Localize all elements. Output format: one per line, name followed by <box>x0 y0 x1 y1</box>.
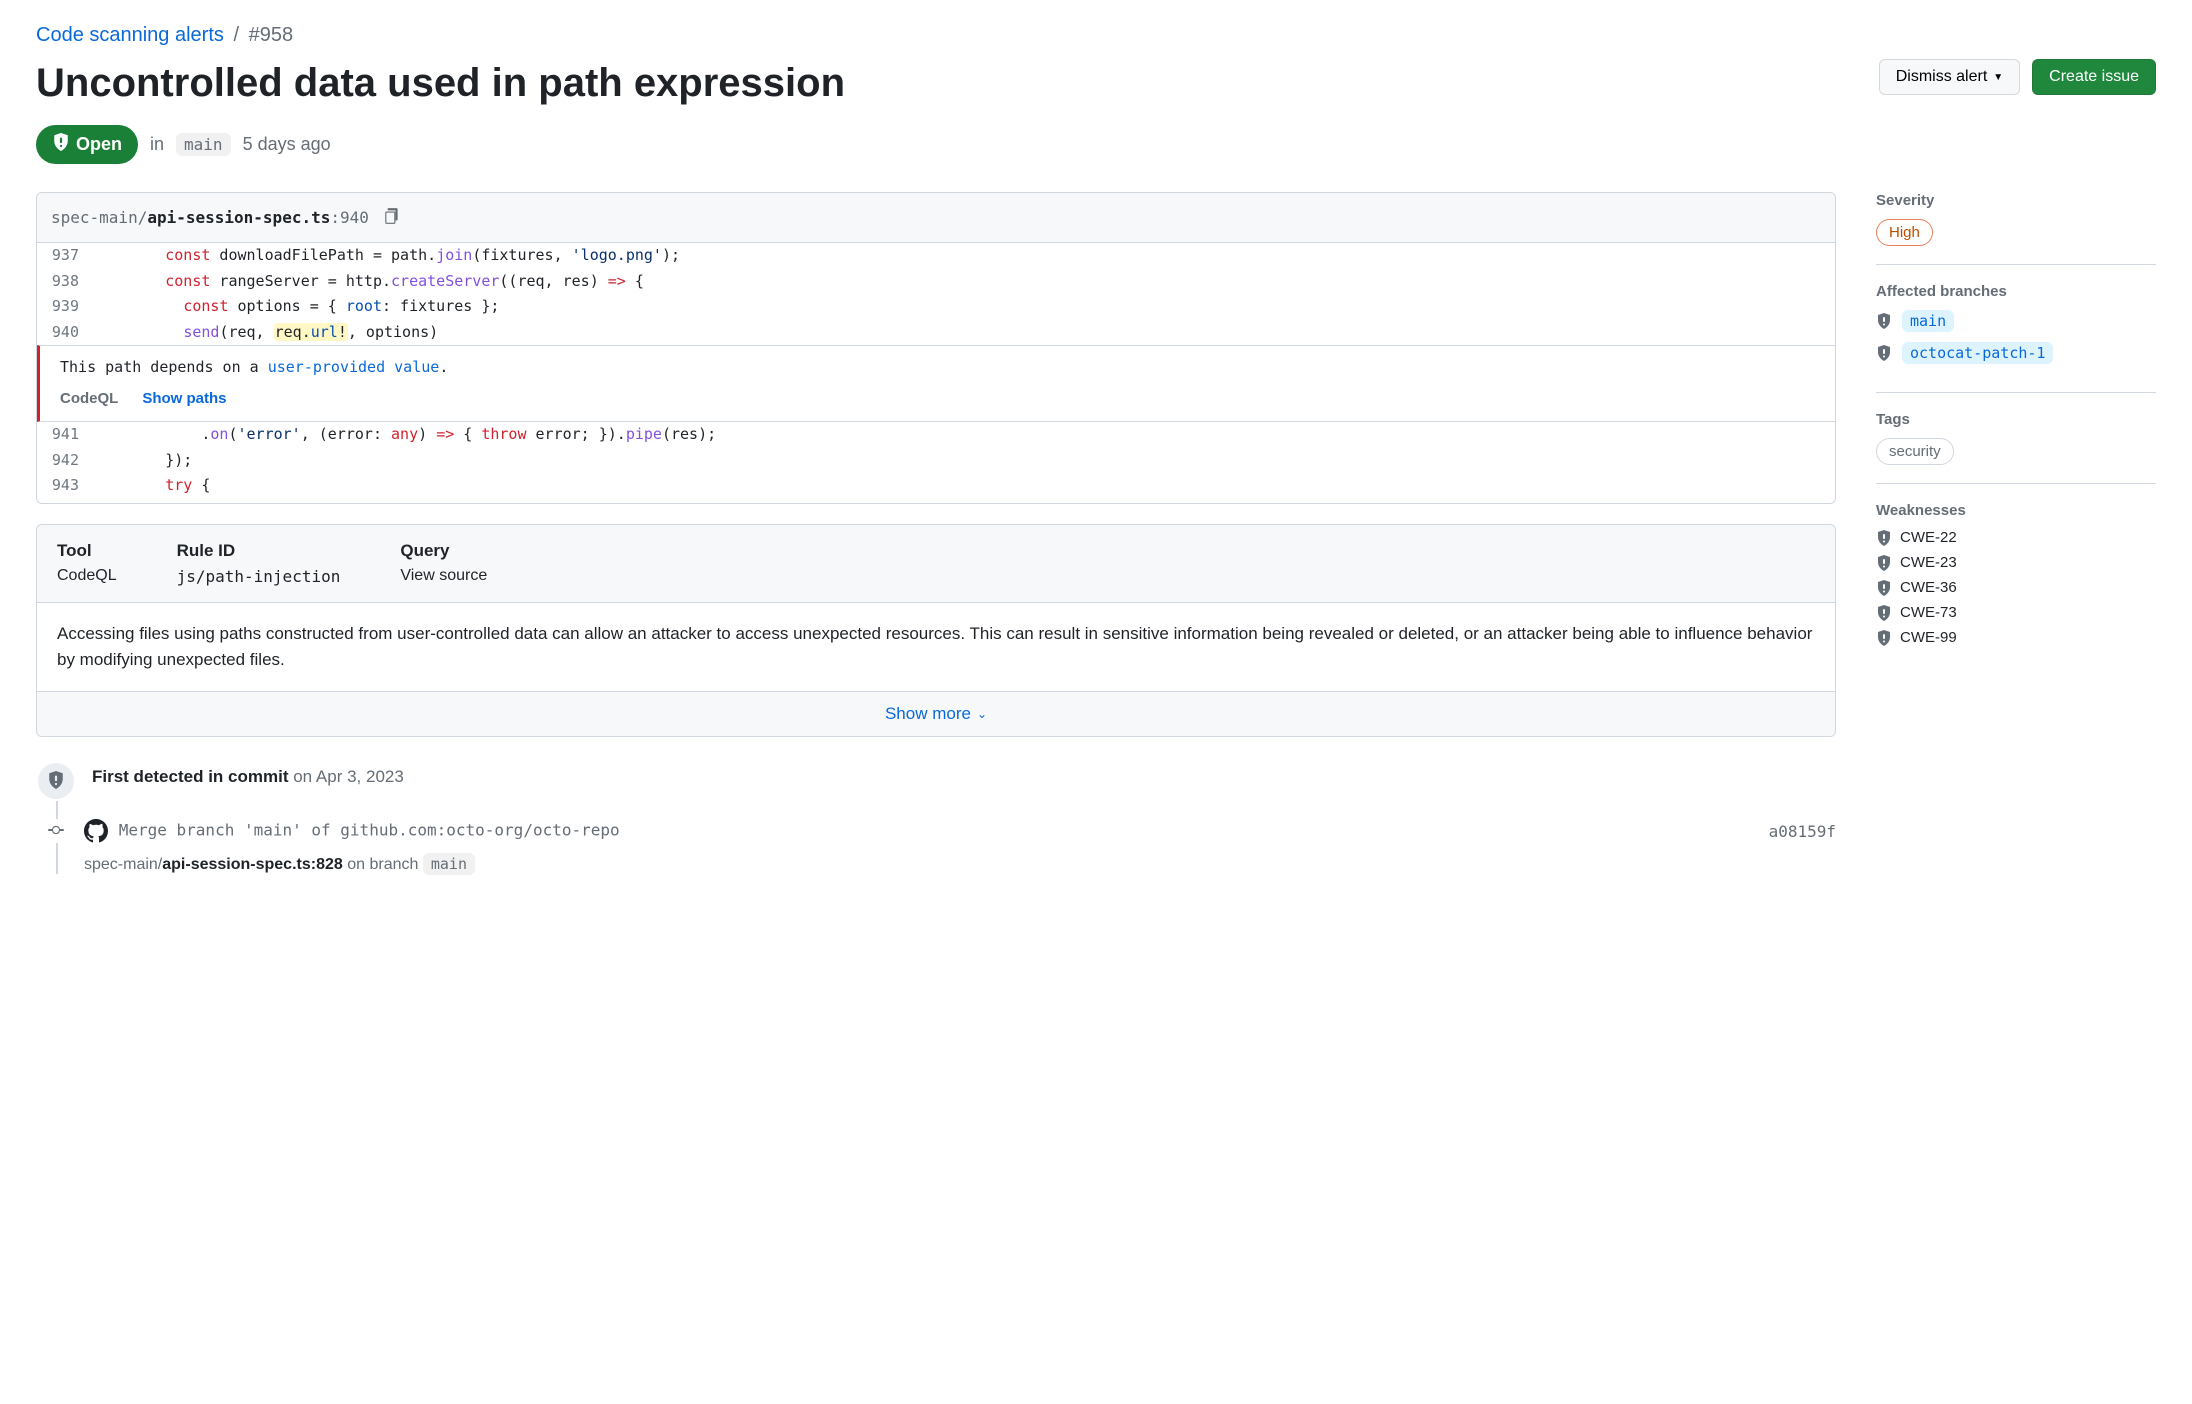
shield-icon <box>1876 345 1892 361</box>
show-more-link[interactable]: Show more ⌄ <box>885 704 987 724</box>
rule-label: Rule ID <box>177 541 341 561</box>
annotation-tool: CodeQL <box>60 390 118 407</box>
first-detected-label: First detected in commit <box>92 767 288 786</box>
breadcrumb: Code scanning alerts / #958 <box>36 24 2156 47</box>
branch-item[interactable]: octocat-patch-1 <box>1876 342 2156 364</box>
commit-file: spec-main/api-session-spec.ts:828 on bra… <box>84 855 1836 874</box>
status-in: in <box>150 134 164 155</box>
code-line: 937 const downloadFilePath = path.join(f… <box>37 243 1835 269</box>
code-line: 939 const options = { root: fixtures }; <box>37 294 1835 320</box>
commit-sha[interactable]: a08159f <box>1769 822 1836 841</box>
state-badge: Open <box>36 125 138 164</box>
copy-icon <box>383 207 401 228</box>
breadcrumb-parent[interactable]: Code scanning alerts <box>36 24 224 46</box>
page-title: Uncontrolled data used in path expressio… <box>36 59 845 107</box>
annotation-message: This path depends on a user-provided val… <box>60 358 1815 376</box>
shield-icon <box>1876 580 1892 596</box>
breadcrumb-number: #958 <box>249 24 294 46</box>
weakness-item[interactable]: CWE-73 <box>1876 604 2156 621</box>
weakness-item[interactable]: CWE-23 <box>1876 554 2156 571</box>
shield-icon <box>1876 605 1892 621</box>
shield-icon <box>52 133 70 156</box>
dismiss-alert-button[interactable]: Dismiss alert ▼ <box>1879 59 2020 95</box>
annotation-link[interactable]: user-provided value <box>268 358 440 376</box>
code-line: 941 .on('error', (error: any) => { throw… <box>37 422 1835 448</box>
weakness-item[interactable]: CWE-99 <box>1876 629 2156 646</box>
shield-icon <box>1876 555 1892 571</box>
code-line: 943 try { <box>37 473 1835 503</box>
show-paths-link[interactable]: Show paths <box>142 390 226 407</box>
shield-icon <box>1876 313 1892 329</box>
query-link[interactable]: View source <box>400 567 487 584</box>
info-description: Accessing files using paths constructed … <box>37 603 1835 693</box>
rule-value: js/path-injection <box>177 567 341 586</box>
code-path[interactable]: spec-main/api-session-spec.ts:940 <box>51 208 369 227</box>
weaknesses-label: Weaknesses <box>1876 502 2156 519</box>
state-label: Open <box>76 134 122 155</box>
commit-message[interactable]: Merge branch 'main' of github.com:octo-o… <box>119 821 620 840</box>
status-row: Open in main 5 days ago <box>36 125 2156 164</box>
tags-label: Tags <box>1876 411 2156 428</box>
shield-icon <box>1876 530 1892 546</box>
tool-label: Tool <box>57 541 117 561</box>
tool-value: CodeQL <box>57 567 117 585</box>
commit-icon <box>48 822 64 841</box>
info-panel: Tool CodeQL Rule ID js/path-injection Qu… <box>36 524 1836 738</box>
code-line: 938 const rangeServer = http.createServe… <box>37 269 1835 295</box>
chevron-down-icon: ⌄ <box>977 707 987 721</box>
severity-label: Severity <box>1876 192 2156 209</box>
avatar <box>84 819 108 843</box>
status-branch[interactable]: main <box>176 133 231 156</box>
dismiss-alert-label: Dismiss alert <box>1896 68 1988 86</box>
weakness-item[interactable]: CWE-22 <box>1876 529 2156 546</box>
code-line: 940 send(req, req.url!, options) <box>37 320 1835 346</box>
timeline: First detected in commit on Apr 3, 2023 <box>36 761 1836 874</box>
code-header: spec-main/api-session-spec.ts:940 <box>37 193 1835 243</box>
severity-badge: High <box>1876 219 1933 246</box>
query-label: Query <box>400 541 487 561</box>
shield-icon <box>47 771 65 792</box>
commit-badge <box>44 819 68 843</box>
copy-button[interactable] <box>379 203 405 232</box>
code-line: 942 }); <box>37 448 1835 474</box>
sidebar: Severity High Affected branches main oct… <box>1876 192 2156 892</box>
branch-item[interactable]: main <box>1876 310 2156 332</box>
code-panel: spec-main/api-session-spec.ts:940 937 co… <box>36 192 1836 504</box>
breadcrumb-separator: / <box>233 24 239 46</box>
status-when: 5 days ago <box>243 134 331 155</box>
weakness-item[interactable]: CWE-36 <box>1876 579 2156 596</box>
create-issue-button[interactable]: Create issue <box>2032 59 2156 95</box>
shield-icon <box>1876 630 1892 646</box>
chevron-down-icon: ▼ <box>1993 72 2003 83</box>
timeline-badge <box>36 761 76 801</box>
code-annotation: This path depends on a user-provided val… <box>37 345 1835 422</box>
file-branch[interactable]: main <box>423 853 475 875</box>
tag-chip[interactable]: security <box>1876 438 1954 465</box>
branches-label: Affected branches <box>1876 283 2156 300</box>
